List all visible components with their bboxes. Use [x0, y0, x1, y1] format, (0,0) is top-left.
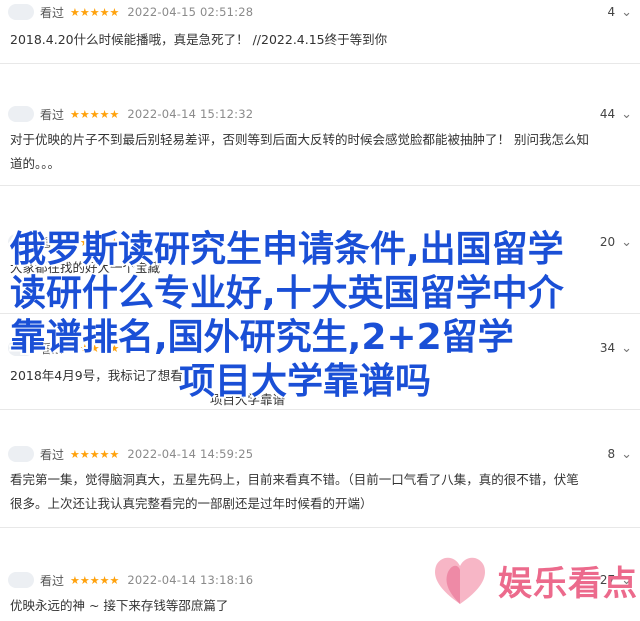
vote-count: 4 [607, 5, 616, 19]
comment-meta: 看过 ★★★★★ 2022-04-14 14:59:25 [8, 444, 253, 464]
avatar[interactable] [8, 4, 34, 20]
overlay-title-line: 项目大学靠谱吗 [178, 361, 431, 402]
comment-user[interactable]: 看过 [40, 572, 64, 589]
vote-area: 4 ⌄ [607, 2, 632, 22]
comment-text-line: 看完第一集，觉得脑洞真大，五星先码上，目前来看真不错。（目前一口气看了八集，真的… [10, 472, 579, 487]
comment-item: 看过 ★★★★★ 2022-04-14 15:12:32 44 ⌄ 对于优映的片… [0, 64, 640, 186]
vote-count: 8 [607, 447, 616, 461]
rating-stars: ★★★★★ [70, 107, 120, 121]
comment-meta: 看过 ★★★★★ 2022-04-14 13:18:16 [8, 570, 253, 590]
comment-text: 对于优映的片子不到最后别轻易差评，否则等到后面大反转的时候会感觉脸都能被抽肿了！… [10, 128, 632, 176]
comment-text: 看完第一集，觉得脑洞真大，五星先码上，目前来看真不错。（目前一口气看了八集，真的… [10, 468, 632, 516]
rating-stars: ★★★★★ [70, 573, 120, 587]
watermark: 娱乐看点 [430, 550, 638, 610]
comment-user[interactable]: 看过 [40, 446, 64, 463]
comment-text-line: 2018.4.20什么时候能播哦，真是急死了！ //2022.4.15终于等到你 [10, 32, 388, 47]
overlay-title: 俄罗斯读研究生申请条件,出国留学 读研什么专业好,十大英国留学中介 靠谱排名,国… [10, 228, 620, 404]
comment-item: 看过 ★★★★★ 2022-04-14 14:59:25 8 ⌄ 看完第一集，觉… [0, 410, 640, 528]
comment-text: 2018.4.20什么时候能播哦，真是急死了！ //2022.4.15终于等到你 [10, 28, 632, 52]
comment-time: 2022-04-15 02:51:28 [127, 5, 254, 19]
avatar[interactable] [8, 446, 34, 462]
vote-count: 44 [599, 107, 616, 121]
comment-user[interactable]: 看过 [40, 106, 64, 123]
avatar[interactable] [8, 106, 34, 122]
rating-stars: ★★★★★ [70, 5, 120, 19]
chevron-down-icon[interactable]: ⌄ [621, 341, 632, 356]
comment-text-line: 对于优映的片子不到最后别轻易差评，否则等到后面大反转的时候会感觉脸都能被抽肿了！… [10, 132, 589, 147]
chevron-down-icon[interactable]: ⌄ [621, 447, 632, 462]
comment-time: 2022-04-14 13:18:16 [127, 573, 254, 587]
comment-item: 看过 ★★★★★ 2022-04-15 02:51:28 4 ⌄ 2018.4.… [0, 0, 640, 64]
avatar[interactable] [8, 572, 34, 588]
comment-text-line: 很多。上次还让我认真完整看完的一部剧还是过年时候看的开端） [10, 496, 373, 511]
comment-time: 2022-04-14 14:59:25 [127, 447, 254, 461]
overlay-title-line: 读研什么专业好,十大英国留学中介 [10, 273, 564, 314]
heart-logo-icon [435, 557, 485, 604]
overlay-title-line: 靠谱排名,国外研究生,2+2留学 [10, 317, 514, 358]
vote-area: 44 ⌄ [600, 104, 632, 124]
chevron-down-icon[interactable]: ⌄ [621, 107, 632, 122]
chevron-down-icon[interactable]: ⌄ [621, 5, 632, 20]
watermark-text: 娱乐看点 [498, 563, 638, 604]
rating-stars: ★★★★★ [70, 447, 120, 461]
comment-time: 2022-04-14 15:12:32 [127, 107, 254, 121]
comment-user[interactable]: 看过 [40, 4, 64, 21]
chevron-down-icon[interactable]: ⌄ [621, 235, 632, 250]
comment-text-line: 道的。。。 [10, 156, 61, 171]
vote-area: 8 ⌄ [607, 444, 632, 464]
comment-meta: 看过 ★★★★★ 2022-04-14 15:12:32 [8, 104, 253, 124]
overlay-title-line: 俄罗斯读研究生申请条件,出国留学 [10, 229, 564, 270]
comment-meta: 看过 ★★★★★ 2022-04-15 02:51:28 [8, 2, 253, 22]
